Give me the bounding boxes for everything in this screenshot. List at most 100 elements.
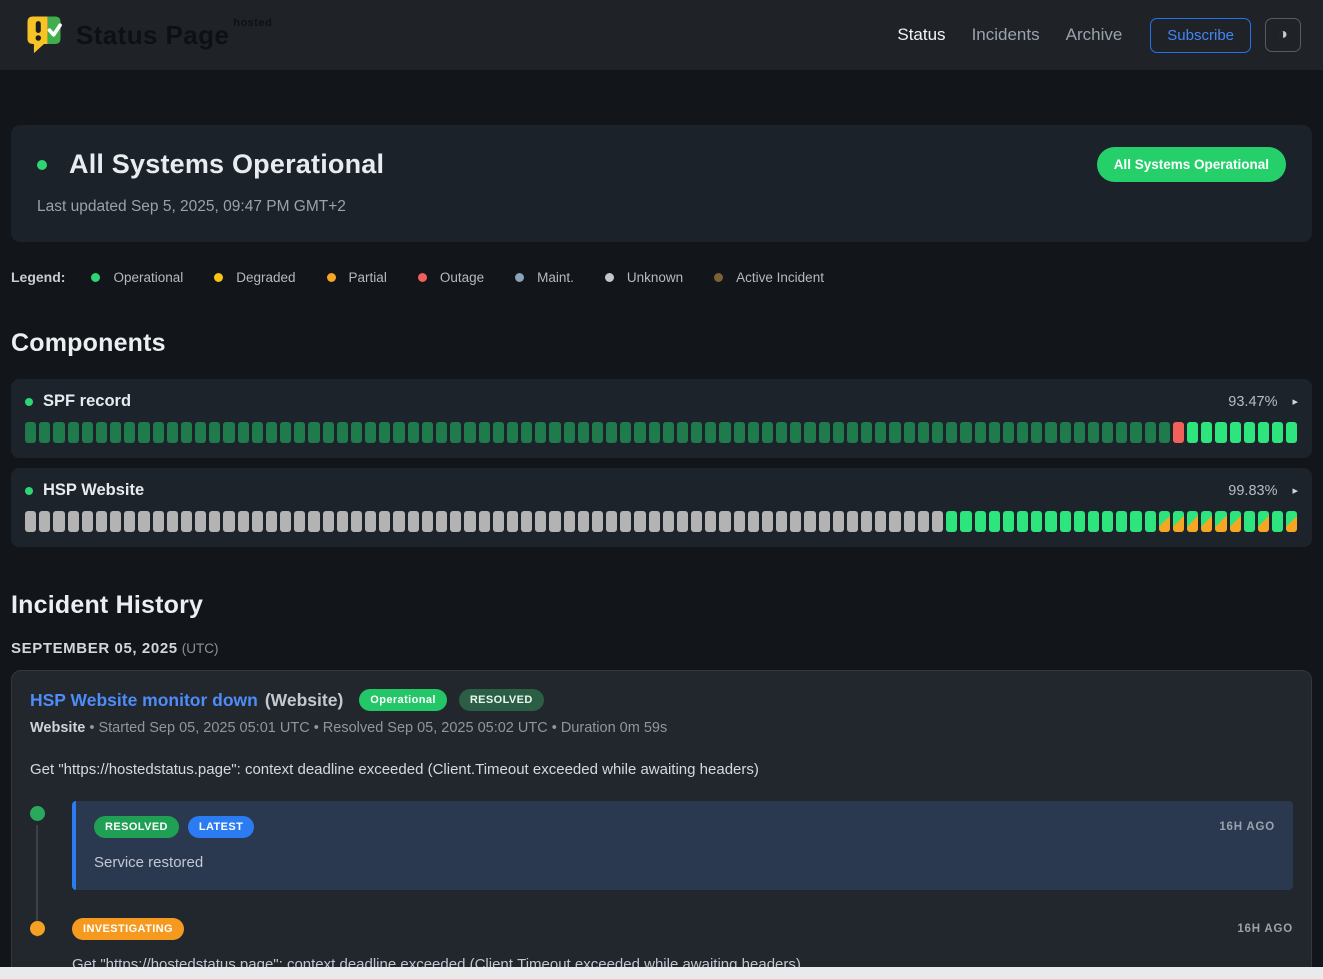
uptime-bar-unknown[interactable]	[82, 511, 93, 532]
uptime-bar-op_old[interactable]	[691, 422, 702, 443]
uptime-bar-op_old[interactable]	[493, 422, 504, 443]
uptime-bar-op_old[interactable]	[833, 422, 844, 443]
uptime-bar-unknown[interactable]	[195, 511, 206, 532]
uptime-bar-op_old[interactable]	[719, 422, 730, 443]
uptime-bar-unknown[interactable]	[209, 511, 220, 532]
uptime-bar-unknown[interactable]	[592, 511, 603, 532]
uptime-bar-op[interactable]	[1088, 511, 1099, 532]
uptime-bar-unknown[interactable]	[634, 511, 645, 532]
uptime-bar-op_old[interactable]	[25, 422, 36, 443]
uptime-bar-unknown[interactable]	[153, 511, 164, 532]
uptime-bar-op[interactable]	[1272, 422, 1283, 443]
uptime-bar-op[interactable]	[1074, 511, 1085, 532]
uptime-bar-unknown[interactable]	[861, 511, 872, 532]
uptime-bar-op_old[interactable]	[294, 422, 305, 443]
uptime-bar-mixed[interactable]	[1230, 511, 1241, 532]
uptime-bar-op_old[interactable]	[124, 422, 135, 443]
uptime-bar-op_old[interactable]	[153, 422, 164, 443]
uptime-bar-unknown[interactable]	[252, 511, 263, 532]
uptime-bar-unknown[interactable]	[649, 511, 660, 532]
uptime-bar-mixed[interactable]	[1258, 511, 1269, 532]
uptime-bar-op_old[interactable]	[578, 422, 589, 443]
uptime-bar-op_old[interactable]	[606, 422, 617, 443]
uptime-bar-op_old[interactable]	[634, 422, 645, 443]
uptime-bar-unknown[interactable]	[53, 511, 64, 532]
uptime-bar-mixed[interactable]	[1201, 511, 1212, 532]
uptime-bar-outage[interactable]	[1173, 422, 1184, 443]
uptime-bar-op[interactable]	[1244, 511, 1255, 532]
uptime-bar-unknown[interactable]	[238, 511, 249, 532]
uptime-bar-op[interactable]	[1187, 422, 1198, 443]
uptime-bar-op_old[interactable]	[875, 422, 886, 443]
uptime-bar-unknown[interactable]	[776, 511, 787, 532]
nav-link-status[interactable]: Status	[897, 25, 945, 45]
uptime-bar-op_old[interactable]	[535, 422, 546, 443]
uptime-bar-unknown[interactable]	[493, 511, 504, 532]
uptime-bar-op[interactable]	[1045, 511, 1056, 532]
subscribe-button[interactable]: Subscribe	[1150, 18, 1251, 53]
uptime-bar-op_old[interactable]	[266, 422, 277, 443]
uptime-bar-unknown[interactable]	[804, 511, 815, 532]
uptime-bar-op[interactable]	[1102, 511, 1113, 532]
uptime-bar-op_old[interactable]	[408, 422, 419, 443]
uptime-bar-op_old[interactable]	[521, 422, 532, 443]
uptime-bar-op_old[interactable]	[195, 422, 206, 443]
uptime-bar-op_old[interactable]	[932, 422, 943, 443]
uptime-bar-unknown[interactable]	[691, 511, 702, 532]
uptime-bar-unknown[interactable]	[521, 511, 532, 532]
uptime-bar-op[interactable]	[1272, 511, 1283, 532]
uptime-bar-op_old[interactable]	[365, 422, 376, 443]
uptime-bar-op_old[interactable]	[1045, 422, 1056, 443]
uptime-bar-op_old[interactable]	[110, 422, 121, 443]
uptime-bar-op_old[interactable]	[1074, 422, 1085, 443]
uptime-bar-op_old[interactable]	[96, 422, 107, 443]
uptime-bar-op[interactable]	[1116, 511, 1127, 532]
uptime-bar-op_old[interactable]	[479, 422, 490, 443]
uptime-bar-unknown[interactable]	[308, 511, 319, 532]
uptime-bar-op_old[interactable]	[351, 422, 362, 443]
uptime-bar-op_old[interactable]	[762, 422, 773, 443]
uptime-bar-op_old[interactable]	[1159, 422, 1170, 443]
uptime-bar-mixed[interactable]	[1187, 511, 1198, 532]
uptime-bar-unknown[interactable]	[323, 511, 334, 532]
uptime-bar-unknown[interactable]	[124, 511, 135, 532]
uptime-bar-unknown[interactable]	[25, 511, 36, 532]
uptime-bar-unknown[interactable]	[181, 511, 192, 532]
uptime-bar-unknown[interactable]	[620, 511, 631, 532]
uptime-bar-op_old[interactable]	[889, 422, 900, 443]
uptime-bar-op_old[interactable]	[620, 422, 631, 443]
uptime-bar-op_old[interactable]	[1060, 422, 1071, 443]
uptime-bar-op_old[interactable]	[677, 422, 688, 443]
uptime-bar-unknown[interactable]	[110, 511, 121, 532]
uptime-bar-op[interactable]	[989, 511, 1000, 532]
uptime-bar-op_old[interactable]	[989, 422, 1000, 443]
uptime-bar-unknown[interactable]	[294, 511, 305, 532]
uptime-bar-unknown[interactable]	[266, 511, 277, 532]
uptime-bar-op[interactable]	[1130, 511, 1141, 532]
uptime-bar-op_old[interactable]	[904, 422, 915, 443]
uptime-bar-mixed[interactable]	[1215, 511, 1226, 532]
uptime-bar-op_old[interactable]	[82, 422, 93, 443]
uptime-bar-unknown[interactable]	[138, 511, 149, 532]
uptime-bar-unknown[interactable]	[450, 511, 461, 532]
uptime-bar-unknown[interactable]	[507, 511, 518, 532]
uptime-bar-unknown[interactable]	[833, 511, 844, 532]
uptime-bar-unknown[interactable]	[436, 511, 447, 532]
uptime-bar-op_old[interactable]	[308, 422, 319, 443]
uptime-bar-mixed[interactable]	[1159, 511, 1170, 532]
uptime-bar-op_old[interactable]	[734, 422, 745, 443]
uptime-bar-op_old[interactable]	[1130, 422, 1141, 443]
uptime-bar-unknown[interactable]	[578, 511, 589, 532]
uptime-bar-op_old[interactable]	[776, 422, 787, 443]
uptime-bar-op_old[interactable]	[1088, 422, 1099, 443]
uptime-bar-mixed[interactable]	[1173, 511, 1184, 532]
uptime-bar-unknown[interactable]	[464, 511, 475, 532]
uptime-bar-op[interactable]	[1244, 422, 1255, 443]
uptime-bar-op_old[interactable]	[181, 422, 192, 443]
uptime-bar-unknown[interactable]	[535, 511, 546, 532]
uptime-bar-op_old[interactable]	[238, 422, 249, 443]
uptime-bar-op_old[interactable]	[847, 422, 858, 443]
uptime-bar-unknown[interactable]	[365, 511, 376, 532]
uptime-bar-op[interactable]	[1258, 422, 1269, 443]
uptime-bar-op_old[interactable]	[393, 422, 404, 443]
